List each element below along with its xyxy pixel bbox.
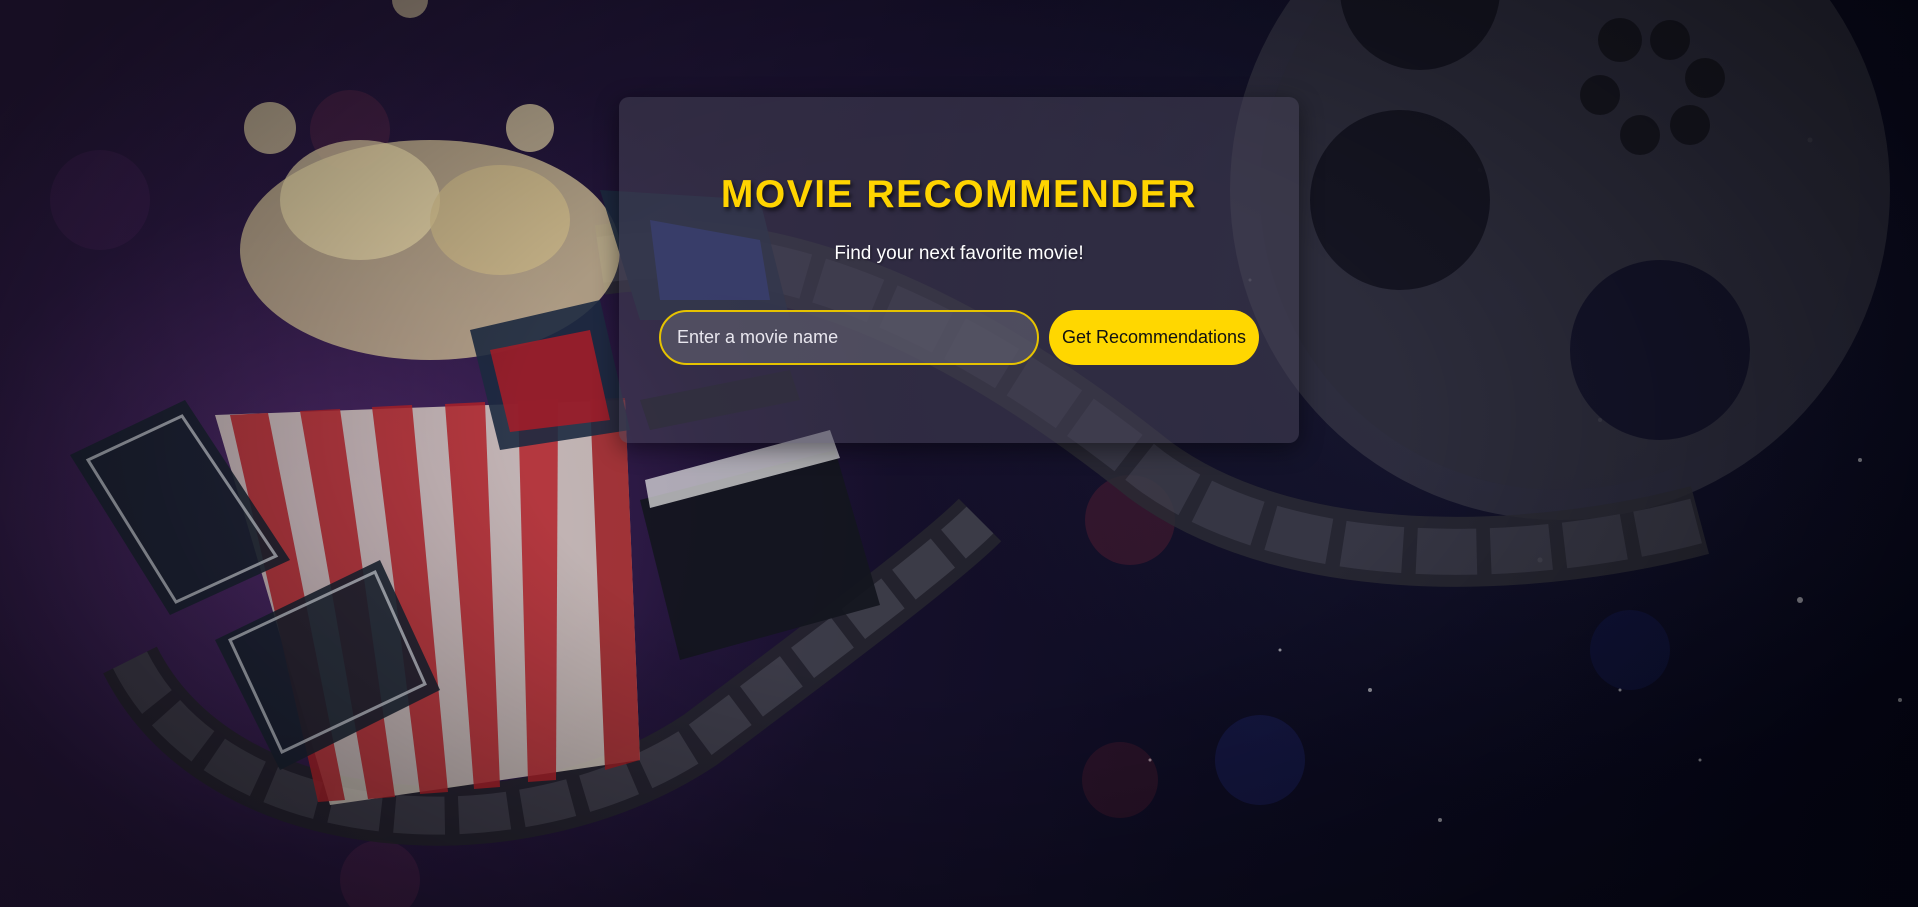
recommender-card: MOVIE RECOMMENDER Find your next favorit…	[619, 97, 1299, 443]
page-title: MOVIE RECOMMENDER	[720, 173, 1198, 216]
search-form: Get Recommendations	[659, 310, 1259, 365]
get-recommendations-button[interactable]: Get Recommendations	[1049, 310, 1259, 365]
page-subtitle: Find your next favorite movie!	[834, 243, 1084, 264]
movie-name-input[interactable]	[659, 310, 1039, 365]
film-reel-icon	[1230, 0, 1890, 520]
